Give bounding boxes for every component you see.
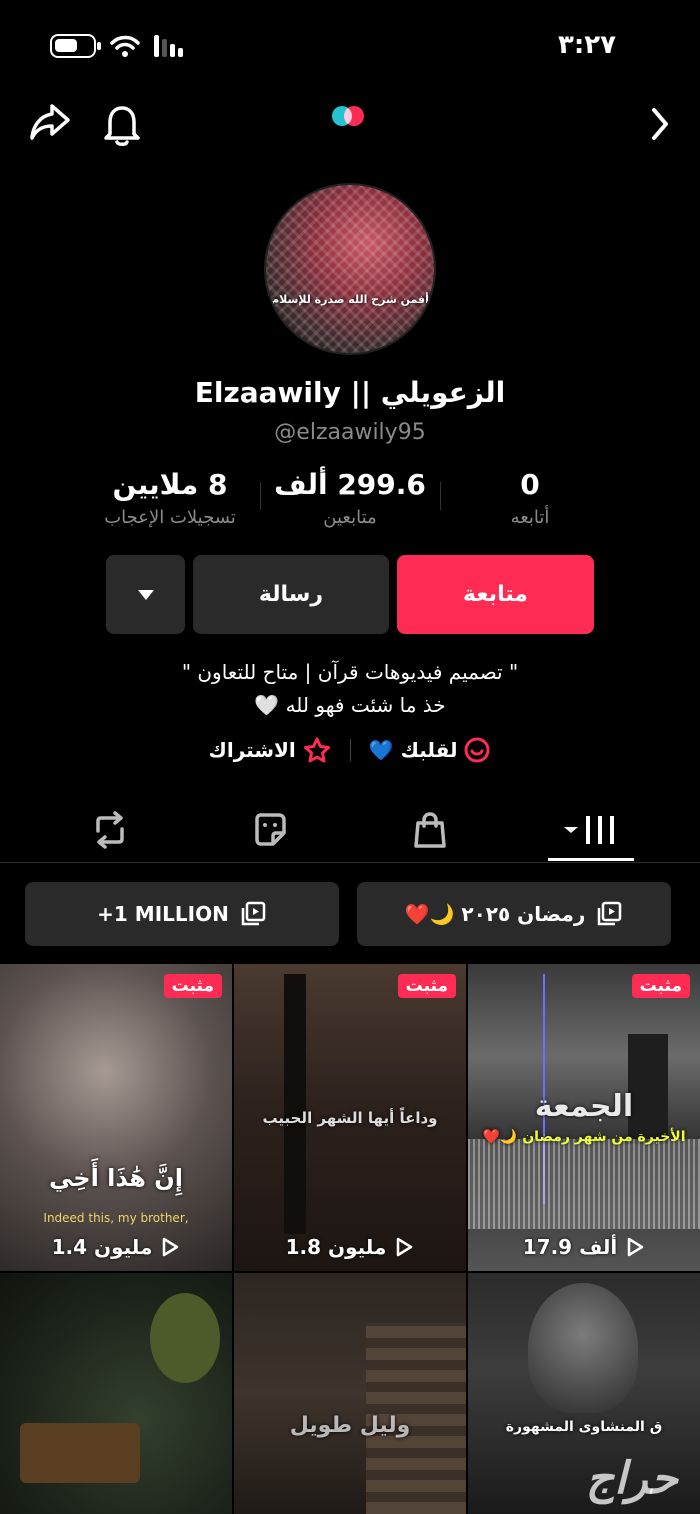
caret-down-icon [137, 589, 154, 600]
bio-links: لقلبك 💙 الاشتراك [0, 736, 700, 764]
stat-followers[interactable]: 299.6 ألف متابعين [250, 468, 450, 528]
subscription-link[interactable]: الاشتراك [209, 736, 332, 764]
playlist-icon [598, 901, 622, 926]
play-icon [397, 1237, 413, 1257]
stat-following[interactable]: 0 أتابعه [430, 468, 630, 528]
likes-label: تسجيلات الإعجاب [104, 507, 236, 528]
tower-shape [284, 974, 306, 1234]
play-icon [628, 1237, 644, 1257]
app-logo-icon [332, 106, 366, 126]
video-title: ق المنشاوى المشهورة [505, 1419, 663, 1435]
battery-icon [50, 34, 101, 58]
playlist-label: +1 MILLION [97, 902, 229, 926]
tab-videos[interactable] [560, 808, 620, 852]
portrait-shape [528, 1283, 638, 1413]
subscription-label: الاشتراك [208, 738, 296, 762]
avatar[interactable]: أفمن شرح الله صدرة للإسلام [264, 183, 436, 355]
chevron-right-icon[interactable] [648, 106, 672, 142]
pinned-badge: مثبت [631, 974, 690, 998]
follow-button[interactable]: متابعة [397, 555, 594, 634]
playlist-million[interactable]: +1 MILLION [25, 882, 339, 946]
video-title: وليل طويل [289, 1413, 411, 1438]
bio-link-label: لقلبك 💙 [368, 738, 458, 762]
status-time: ٣:٢٧ [557, 30, 616, 60]
playlist-label: رمضان ٢٠٢٥ 🌙❤️ [404, 902, 586, 926]
following-label: أتابعه [510, 507, 550, 528]
grid-icon [564, 816, 614, 844]
divider [349, 739, 351, 761]
shopping-bag-icon [414, 812, 446, 848]
followers-label: متابعين [323, 507, 377, 528]
bio-link-heart[interactable]: لقلبك 💙 [369, 736, 492, 764]
video-tile[interactable]: مثبت وداعاً أيها الشهر الحبيب 1.8 مليون [234, 964, 466, 1271]
star-icon [303, 737, 330, 763]
cellular-signal-icon [154, 35, 183, 57]
bell-icon[interactable] [102, 102, 142, 146]
tree-shape [150, 1293, 220, 1383]
display-name: Elzaawily || الزعويلي [194, 376, 506, 409]
status-icons [50, 34, 183, 58]
pinned-badge: مثبت [397, 974, 456, 998]
video-title: الجمعة [534, 1089, 634, 1124]
playlist-ramadan[interactable]: رمضان ٢٠٢٥ 🌙❤️ [357, 882, 671, 946]
view-count-label: 1.4 مليون [51, 1235, 153, 1259]
more-options-button[interactable] [106, 555, 185, 634]
sticker-icon [255, 813, 286, 846]
playlist-icon [241, 901, 266, 926]
tab-shop[interactable] [400, 808, 460, 852]
smile-bubble-icon [464, 737, 490, 763]
tab-stickers[interactable] [240, 808, 300, 852]
tab-reposts[interactable] [80, 808, 140, 852]
wifi-icon [110, 35, 140, 57]
view-count: 17.9 ألف [468, 1235, 700, 1259]
crowd-texture [468, 1139, 700, 1229]
video-title: وداعاً أيها الشهر الحبيب [262, 1109, 438, 1127]
video-subtitle: الأخيرة من شهر رمضان 🌙❤️ [482, 1129, 686, 1145]
followers-count: 299.6 ألف [274, 468, 426, 501]
active-tab-indicator [548, 858, 634, 861]
video-tile[interactable]: مثبت إِنَّ هَٰذَا أَخِي Indeed this, my … [0, 964, 232, 1271]
video-title: إِنَّ هَٰذَا أَخِي [49, 1164, 183, 1192]
watermark-logo: حراج [585, 1453, 678, 1504]
bio-line-1: " تصميم فيديوهات قرآن | متاح للتعاون " [181, 660, 519, 684]
view-count: 1.4 مليون [0, 1235, 232, 1259]
bio-line-2: خذ ما شئت فهو لله 🤍 [254, 693, 446, 717]
username: @elzaawily95 [274, 420, 426, 445]
following-count: 0 [520, 468, 540, 501]
video-tile[interactable] [0, 1273, 232, 1514]
video-tile[interactable]: وليل طويل [234, 1273, 466, 1514]
pinned-badge: مثبت [163, 974, 222, 998]
play-icon [163, 1237, 179, 1257]
share-icon[interactable] [28, 102, 72, 142]
avatar-caption: أفمن شرح الله صدرة للإسلام [271, 293, 429, 306]
view-count: 1.8 مليون [234, 1235, 466, 1259]
view-count-label: 1.8 مليون [285, 1235, 387, 1259]
stat-likes[interactable]: 8 ملايين تسجيلات الإعجاب [70, 468, 270, 528]
message-button[interactable]: رسالة [193, 555, 389, 634]
repost-icon [96, 811, 124, 849]
video-tile[interactable]: مثبت الجمعة الأخيرة من شهر رمضان 🌙❤️ 17.… [468, 964, 700, 1271]
video-subtitle: Indeed this, my brother, [43, 1211, 189, 1225]
view-count-label: 17.9 ألف [522, 1235, 618, 1259]
pavilion-shape [20, 1423, 140, 1483]
likes-count: 8 ملايين [112, 468, 228, 501]
profile-tabs [0, 800, 700, 863]
